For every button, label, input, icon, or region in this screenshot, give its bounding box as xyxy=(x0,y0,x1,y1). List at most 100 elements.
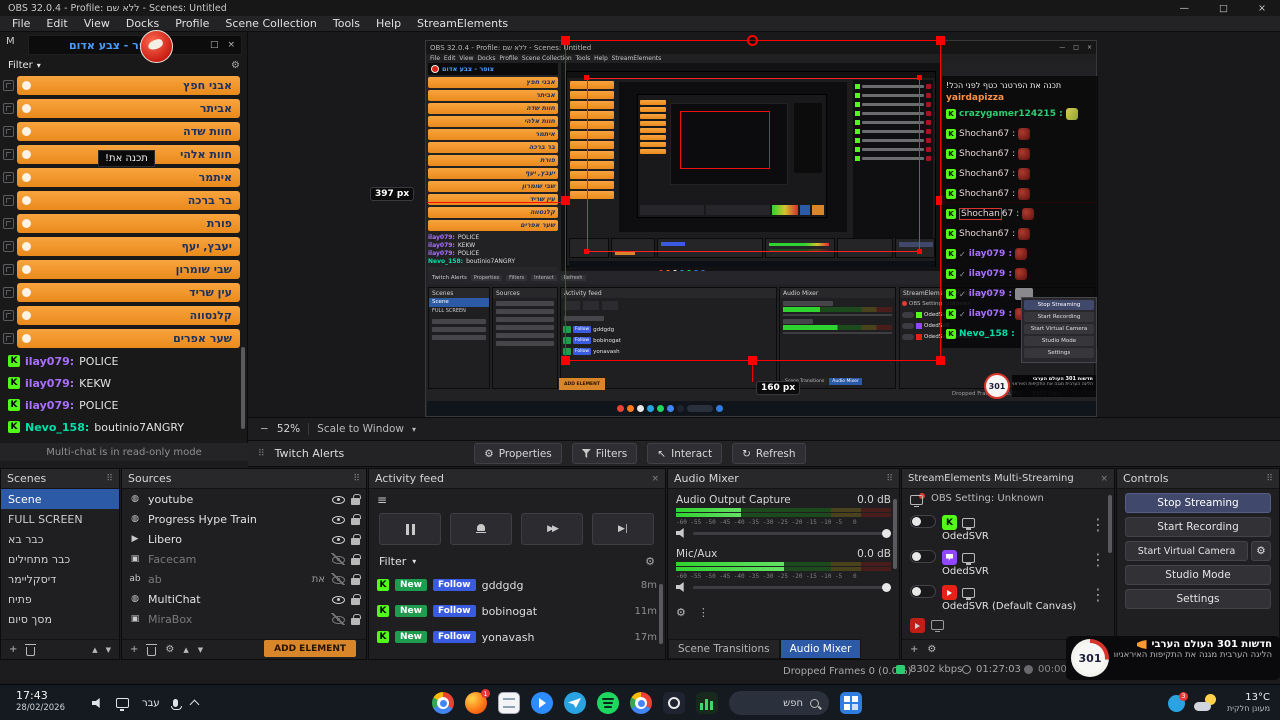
move-up-button[interactable]: ▲ xyxy=(183,646,188,654)
scrollbar[interactable] xyxy=(241,347,245,429)
close-icon[interactable]: × xyxy=(227,40,235,50)
filter-label[interactable]: Filter xyxy=(8,60,33,71)
channel-pill[interactable]: חוות שדה xyxy=(17,122,240,141)
destination-row[interactable]: OdedSVR ⋮ xyxy=(902,546,1114,577)
remove-source-button[interactable] xyxy=(146,643,158,656)
preview-canvas[interactable]: OBS 32.0.4 - Profile: ללא שם - Scenes: U… xyxy=(248,32,1280,417)
kebab-icon[interactable]: ⋮ xyxy=(1090,550,1106,569)
visibility-toggle[interactable] xyxy=(331,593,345,605)
channel-row[interactable]: שער אפרים xyxy=(0,327,248,350)
channel-pill[interactable]: בר ברכה xyxy=(17,191,240,210)
properties-button[interactable]: ⚙ Properties xyxy=(474,443,562,464)
destination-row[interactable]: K OdedSVR ⋮ xyxy=(902,511,1114,542)
source-row[interactable]: ◍ youtube xyxy=(122,489,366,509)
multistream-header[interactable]: StreamElements Multi-Streaming × xyxy=(902,469,1114,489)
search-box[interactable]: חפש xyxy=(729,691,829,715)
selection-handle[interactable] xyxy=(561,356,570,365)
channel-pill[interactable]: אבני חפץ xyxy=(17,76,240,95)
scene-item[interactable]: פתיח xyxy=(1,589,119,609)
weather-info[interactable]: 13°C מעונן חלקית xyxy=(1227,692,1270,715)
tray-expand-icon[interactable] xyxy=(189,699,200,710)
kebab-icon[interactable]: ⋮ xyxy=(698,606,709,619)
menu-view[interactable]: View xyxy=(76,17,118,30)
stats-app-icon[interactable] xyxy=(696,692,718,714)
maximize-icon[interactable]: □ xyxy=(1219,3,1228,14)
speaker-icon[interactable] xyxy=(676,582,684,592)
add-source-button[interactable]: + xyxy=(130,644,138,655)
window-titlebar[interactable]: OBS 32.0.4 - Profile: ללא שם - Scenes: U… xyxy=(0,0,1280,16)
minimize-icon[interactable]: — xyxy=(1180,3,1190,14)
obs-icon[interactable] xyxy=(663,692,685,714)
weather-icon[interactable] xyxy=(1193,694,1218,712)
source-properties-button[interactable]: ⚙ xyxy=(165,644,174,655)
channel-pill[interactable]: יעבץ, יעף xyxy=(17,237,240,256)
source-row[interactable]: ▶ Libero xyxy=(122,529,366,549)
scrollbar[interactable] xyxy=(659,584,663,644)
lock-toggle[interactable] xyxy=(351,593,361,605)
source-row[interactable]: ab ab את xyxy=(122,569,366,589)
menu-edit[interactable]: Edit xyxy=(38,17,75,30)
volume-slider[interactable] xyxy=(693,582,891,592)
sources-header[interactable]: Sources ⠿ xyxy=(122,469,366,489)
chevron-down-icon[interactable]: ▾ xyxy=(412,425,416,434)
lock-toggle[interactable] xyxy=(351,533,361,545)
destination-row[interactable]: OdedSVR (Default Canvas) ⋮ xyxy=(902,581,1114,612)
remove-scene-button[interactable] xyxy=(25,643,37,656)
scene-item[interactable]: Scene xyxy=(1,489,119,509)
lock-toggle[interactable] xyxy=(351,493,361,505)
slider-knob[interactable] xyxy=(882,528,891,538)
horn-popup-titlebar[interactable]: צופר - צבע אדום □ × xyxy=(28,35,242,55)
skip-alert-button[interactable]: ▶▶ xyxy=(521,513,583,545)
pause-button[interactable] xyxy=(379,513,441,545)
scene-item[interactable]: כבר בא xyxy=(1,529,119,549)
menu-file[interactable]: File xyxy=(4,17,38,30)
lock-toggle[interactable] xyxy=(351,573,361,585)
grip-icon[interactable]: ⠿ xyxy=(258,449,265,459)
scene-item[interactable]: דיסקליימר xyxy=(1,569,119,589)
kebab-icon[interactable]: ⋮ xyxy=(1090,515,1106,534)
source-row[interactable]: ◍ MultiChat xyxy=(122,589,366,609)
taskbar-clock[interactable]: 17:43 28/02/2026 xyxy=(16,689,65,713)
filter-label[interactable]: Filter xyxy=(379,555,406,568)
skip-all-button[interactable]: ▶| xyxy=(592,513,654,545)
spotify-icon[interactable] xyxy=(597,692,619,714)
activity-event-row[interactable]: K New Follow gddgdg 8m xyxy=(369,572,665,598)
widgets-icon[interactable] xyxy=(840,692,862,714)
tab-scene-transitions[interactable]: Scene Transitions xyxy=(668,639,780,659)
channel-row[interactable]: שבי שומרון xyxy=(0,258,248,281)
studio-mode-button[interactable]: Studio Mode xyxy=(1125,565,1271,585)
kebab-icon[interactable]: ⋮ xyxy=(1090,585,1106,604)
visibility-toggle[interactable] xyxy=(331,493,345,505)
volume-icon[interactable] xyxy=(92,698,100,708)
scene-item[interactable]: FULL SCREEN xyxy=(1,509,119,529)
firefox-icon[interactable]: 1 xyxy=(465,689,490,714)
settings-button[interactable]: Settings xyxy=(1125,589,1271,609)
start-recording-button[interactable]: Start Recording xyxy=(1125,517,1271,537)
audio-mixer-header[interactable]: Audio Mixer ⠿ xyxy=(668,469,899,489)
channel-row[interactable]: יעבץ, יעף xyxy=(0,235,248,258)
chrome-icon[interactable] xyxy=(432,692,454,714)
activity-event-row[interactable]: K New Follow yonavash 17m xyxy=(369,624,665,650)
language-indicator[interactable]: עבר xyxy=(142,698,160,709)
channel-pill[interactable]: אביתר xyxy=(17,99,240,118)
source-row[interactable]: ◍ Progress Hype Train xyxy=(122,509,366,529)
channel-row[interactable]: איתמר xyxy=(0,166,248,189)
gear-icon[interactable]: ⚙ xyxy=(927,644,936,655)
add-element-button[interactable]: ADD ELEMENT xyxy=(264,640,356,657)
visibility-toggle[interactable] xyxy=(331,513,345,525)
visibility-toggle[interactable] xyxy=(331,553,345,565)
popout-icon[interactable]: □ xyxy=(210,40,219,50)
menu-scene-collection[interactable]: Scene Collection xyxy=(217,17,324,30)
volume-slider[interactable] xyxy=(693,528,891,538)
speaker-icon[interactable] xyxy=(676,528,684,538)
selection-handle[interactable] xyxy=(936,356,945,365)
source-row[interactable]: ▣ Facecam xyxy=(122,549,366,569)
close-icon[interactable]: × xyxy=(1258,3,1266,14)
selection-handle[interactable] xyxy=(748,356,757,365)
channel-row[interactable]: אבני חפץ xyxy=(0,74,248,97)
channel-row[interactable]: בר ברכה xyxy=(0,189,248,212)
notepad-icon[interactable] xyxy=(498,692,520,714)
selection-rotate-handle[interactable] xyxy=(747,35,758,46)
scene-item[interactable]: מסך סיום xyxy=(1,609,119,629)
interact-button[interactable]: ↖ Interact xyxy=(647,443,723,464)
